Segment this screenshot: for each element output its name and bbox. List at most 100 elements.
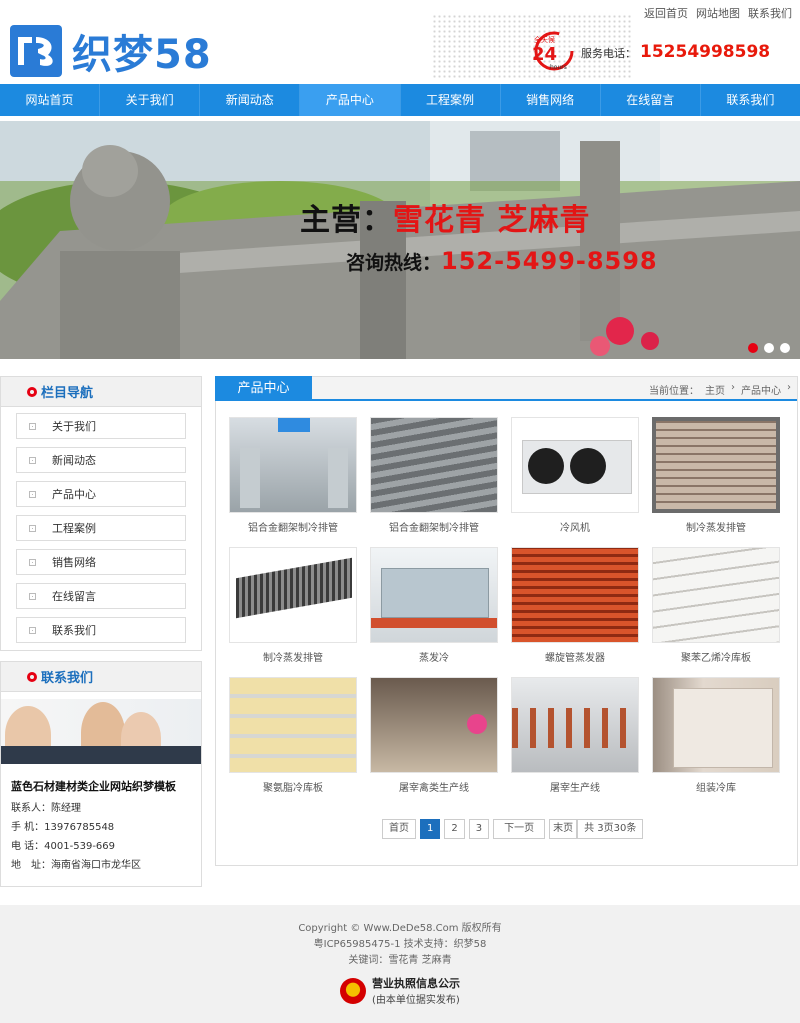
contact-info: 蓝色石材建材类企业网站织梦模板 联系人：陈经理 手 机：13976785548 … xyxy=(1,764,201,885)
product-item[interactable]: 屠宰生产线 xyxy=(508,677,642,794)
sidebar-contact-header: 联系我们 xyxy=(1,662,201,692)
banner-pager xyxy=(748,343,790,353)
bullet-icon xyxy=(29,490,36,498)
bullet-icon xyxy=(29,422,36,430)
nav-about[interactable]: 关于我们 xyxy=(100,84,201,116)
cold-room-photo xyxy=(229,417,357,513)
product-item[interactable]: 蒸发冷 xyxy=(367,547,501,664)
coil-pipe-photo xyxy=(652,417,780,513)
sidebar-item-news[interactable]: 新闻动态 xyxy=(16,447,186,473)
nav-home[interactable]: 网站首页 xyxy=(0,84,101,116)
nav-message[interactable]: 在线留言 xyxy=(601,84,701,116)
footer-copyright: Copyright © Www.DeDe58.Com 版权所有 xyxy=(298,923,502,934)
service-phone-block: 服务电话： 15254998598 xyxy=(581,42,770,62)
top-link-contact[interactable]: 联系我们 xyxy=(748,5,792,21)
product-center-panel: 产品中心 当前位置： 主页 › 产品中心 › 铝合金翻架制冷排管 铝合金翻架制冷… xyxy=(215,376,798,866)
evaporative-condenser-photo xyxy=(370,547,498,643)
main-nav: 网站首页 关于我们 新闻动态 产品中心 工程案例 销售网络 在线留言 联系我们 xyxy=(0,84,800,116)
footer: Copyright © Www.DeDe58.Com 版权所有 粤ICP6598… xyxy=(0,905,800,1023)
air-cooler-photo xyxy=(511,417,639,513)
assembled-cold-room-photo xyxy=(652,677,780,773)
location-pin-icon xyxy=(27,386,37,397)
sidebar-contact-title: 联系我们 xyxy=(41,671,94,686)
stone-railing-photo xyxy=(0,121,800,359)
product-item[interactable]: 制冷蒸发排管 xyxy=(649,417,783,534)
product-item[interactable]: 屠宰禽类生产线 xyxy=(367,677,501,794)
bullet-icon xyxy=(29,592,36,600)
logo-text: 织梦58 xyxy=(72,32,212,78)
nav-sales[interactable]: 销售网络 xyxy=(501,84,601,116)
top-link-home[interactable]: 返回首页 xyxy=(644,5,688,21)
top-link-sitemap[interactable]: 网站地图 xyxy=(696,5,740,21)
service-phone: 15254998598 xyxy=(640,42,771,62)
company-name: 蓝色石材建材类企业网站织梦模板 xyxy=(11,780,176,793)
service-label: 服务电话： xyxy=(581,47,636,60)
product-item[interactable]: 聚苯乙烯冷库板 xyxy=(649,547,783,664)
nav-contact[interactable]: 联系我们 xyxy=(701,84,800,116)
nav-products[interactable]: 产品中心 xyxy=(300,84,401,116)
banner-slogan: 主营：雪花青 芝麻青 xyxy=(300,203,591,238)
contact-mobile: 手 机：13976785548 xyxy=(11,822,115,833)
spiral-evaporator-photo xyxy=(511,547,639,643)
contact-person: 联系人：陈经理 xyxy=(11,803,81,814)
header: 返回首页 网站地图 联系我们 织梦58 全天候 24 hours 服务电话： 1… xyxy=(0,0,800,84)
page-1-button[interactable]: 1 xyxy=(420,819,441,839)
24-hours-badge-icon: 全天候 24 hours xyxy=(528,30,580,72)
page-2-button[interactable]: 2 xyxy=(444,819,465,839)
sidebar-item-products[interactable]: 产品中心 xyxy=(16,481,186,507)
product-item[interactable]: 铝合金翻架制冷排管 xyxy=(226,417,360,534)
nav-news[interactable]: 新闻动态 xyxy=(200,84,301,116)
hero-banner[interactable]: 主营：雪花青 芝麻青 咨询热线：152-5499-8598 xyxy=(0,121,800,359)
footer-icp: 粤ICP65985475-1 技术支持：织梦58 xyxy=(313,939,487,950)
breadcrumb-home[interactable]: 主页 xyxy=(705,382,725,397)
svg-text:hours: hours xyxy=(550,64,567,71)
breadcrumb-products[interactable]: 产品中心 xyxy=(741,382,781,397)
panel-tab-title: 产品中心 xyxy=(215,376,312,401)
license-title: 营业执照信息公示 xyxy=(372,977,460,990)
sidebar-item-about[interactable]: 关于我们 xyxy=(16,413,186,439)
pagination: 首页 1 2 3 下一页 末页 共 3页30条 xyxy=(382,819,644,839)
product-item[interactable]: 铝合金翻架制冷排管 xyxy=(367,417,501,534)
contact-phone: 电 话：4001-539-669 xyxy=(11,841,116,852)
logo-mark-icon xyxy=(10,25,62,77)
sidebar-nav-header: 栏目导航 xyxy=(1,377,201,407)
product-item[interactable]: 冷风机 xyxy=(508,417,642,534)
evaporator-rack-photo xyxy=(229,547,357,643)
sidebar-item-message[interactable]: 在线留言 xyxy=(16,583,186,609)
banner-dot-1[interactable] xyxy=(748,343,758,353)
page-next-button[interactable]: 下一页 xyxy=(493,819,546,839)
national-emblem-icon xyxy=(340,977,366,1004)
slaughter-line-photo xyxy=(511,677,639,773)
product-item[interactable]: 螺旋管蒸发器 xyxy=(508,547,642,664)
page-info: 共 3页30条 xyxy=(577,819,644,839)
banner-hotline: 咨询热线：152-5499-8598 xyxy=(346,247,658,275)
product-item[interactable]: 聚氨脂冷库板 xyxy=(226,677,360,794)
business-license-link[interactable]: 营业执照信息公示 (由本单位据实发布) xyxy=(0,975,800,1006)
product-item[interactable]: 组装冷库 xyxy=(649,677,783,794)
chevron-right-icon: › xyxy=(731,382,735,393)
logo[interactable]: 织梦58 xyxy=(10,22,212,80)
customer-service-photo xyxy=(1,699,201,764)
banner-dot-3[interactable] xyxy=(780,343,790,353)
footer-keywords: 关键词：雪花青 芝麻青 xyxy=(348,955,452,966)
location-pin-icon xyxy=(27,671,37,682)
bullet-icon xyxy=(29,626,36,634)
breadcrumb: 当前位置： 主页 › 产品中心 › xyxy=(649,382,791,397)
page-first-button[interactable]: 首页 xyxy=(382,819,416,839)
nav-cases[interactable]: 工程案例 xyxy=(401,84,501,116)
page-last-button[interactable]: 末页 xyxy=(549,819,578,839)
ceiling-pipe-photo xyxy=(370,417,498,513)
sidebar-item-contact[interactable]: 联系我们 xyxy=(16,617,186,643)
sidebar-item-cases[interactable]: 工程案例 xyxy=(16,515,186,541)
eps-panel-photo xyxy=(652,547,780,643)
sidebar-item-sales[interactable]: 销售网络 xyxy=(16,549,186,575)
product-item[interactable]: 制冷蒸发排管 xyxy=(226,547,360,664)
sidebar-contact-box: 联系我们 蓝色石材建材类企业网站织梦模板 联系人：陈经理 手 机：1397678… xyxy=(0,661,202,887)
chevron-right-icon: › xyxy=(787,382,791,393)
panel-header: 产品中心 当前位置： 主页 › 产品中心 › xyxy=(215,376,797,401)
svg-text:全天候: 全天候 xyxy=(534,35,555,44)
poultry-line-photo xyxy=(370,677,498,773)
page-3-button[interactable]: 3 xyxy=(468,819,490,839)
bullet-icon xyxy=(29,558,36,566)
banner-dot-2[interactable] xyxy=(764,343,774,353)
